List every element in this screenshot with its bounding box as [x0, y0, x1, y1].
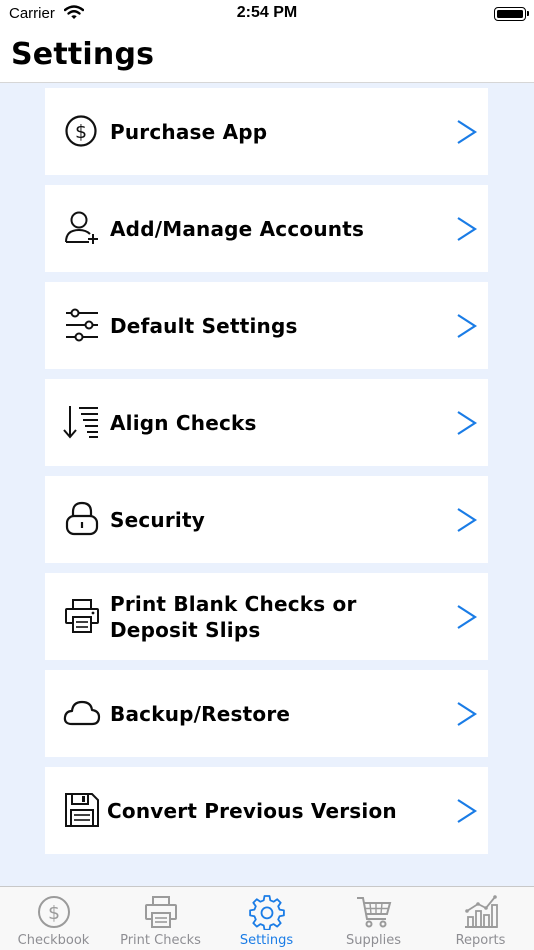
page-title: Settings — [11, 37, 155, 72]
cloud-icon — [63, 700, 101, 726]
tab-bar: $ Checkbook Print Checks Settings Suppli… — [0, 886, 534, 950]
battery-icon — [494, 7, 529, 21]
tab-label: Settings — [239, 933, 294, 948]
settings-row-purchase-app[interactable]: $ Purchase App — [45, 88, 488, 175]
tab-checkbook[interactable]: $ Checkbook — [0, 887, 107, 950]
sliders-icon — [66, 308, 98, 342]
status-time: 2:54 PM — [236, 4, 298, 21]
printer-icon — [145, 896, 177, 928]
floppy-disk-icon — [65, 793, 99, 827]
settings-row-label: Align Checks — [110, 410, 257, 435]
settings-row-label: Default Settings — [110, 313, 298, 338]
tab-supplies[interactable]: Supplies — [320, 887, 427, 950]
gear-icon — [249, 895, 285, 930]
chevron-right-icon — [457, 508, 478, 532]
chevron-right-icon — [457, 605, 478, 629]
navigation-bar: Settings — [0, 30, 534, 83]
status-bar: Carrier 2:54 PM — [0, 0, 534, 30]
settings-row-add-manage-accounts[interactable]: Add/Manage Accounts — [45, 185, 488, 272]
tab-label: Checkbook — [17, 933, 90, 948]
add-user-icon — [65, 211, 98, 244]
chevron-right-icon — [457, 120, 478, 144]
chart-icon — [465, 895, 498, 928]
lock-icon — [65, 501, 99, 536]
chevron-right-icon — [457, 411, 478, 435]
settings-row-print-blank-checks[interactable]: Print Blank Checks or Deposit Slips — [45, 573, 488, 660]
align-list-icon — [63, 406, 98, 439]
settings-row-label: Purchase App — [110, 119, 268, 144]
settings-row-convert-previous-version[interactable]: Convert Previous Version — [45, 767, 488, 854]
chevron-right-icon — [457, 702, 478, 726]
cart-icon — [357, 897, 392, 928]
dollar-circle-icon: $ — [38, 896, 70, 928]
settings-row-label: Security — [110, 507, 205, 532]
settings-row-default-settings[interactable]: Default Settings — [45, 282, 488, 369]
settings-row-label: Backup/Restore — [110, 701, 291, 726]
tab-label: Print Checks — [120, 933, 201, 948]
tab-label: Reports — [455, 933, 506, 948]
chevron-right-icon — [457, 799, 478, 823]
dollar-circle-icon: $ — [65, 115, 97, 147]
printer-icon — [65, 599, 99, 633]
tab-print-checks[interactable]: Print Checks — [107, 887, 214, 950]
tab-label: Supplies — [346, 933, 401, 948]
chevron-right-icon — [457, 217, 478, 241]
settings-row-label-line2: Deposit Slips — [110, 617, 261, 642]
svg-text:$: $ — [48, 902, 60, 924]
settings-row-label: Convert Previous Version — [107, 798, 397, 823]
svg-text:$: $ — [75, 121, 87, 143]
settings-row-backup-restore[interactable]: Backup/Restore — [45, 670, 488, 757]
settings-list[interactable]: $ Purchase App Add/Manage Accounts Defau… — [0, 83, 534, 886]
settings-row-label-line1: Print Blank Checks or — [110, 591, 357, 616]
settings-row-align-checks[interactable]: Align Checks — [45, 379, 488, 466]
tab-reports[interactable]: Reports — [427, 887, 534, 950]
tab-settings[interactable]: Settings — [213, 887, 320, 950]
settings-row-label: Print Blank Checks or Deposit Slips — [110, 573, 357, 660]
settings-row-security[interactable]: Security — [45, 476, 488, 563]
settings-row-label: Add/Manage Accounts — [110, 216, 365, 241]
chevron-right-icon — [457, 314, 478, 338]
